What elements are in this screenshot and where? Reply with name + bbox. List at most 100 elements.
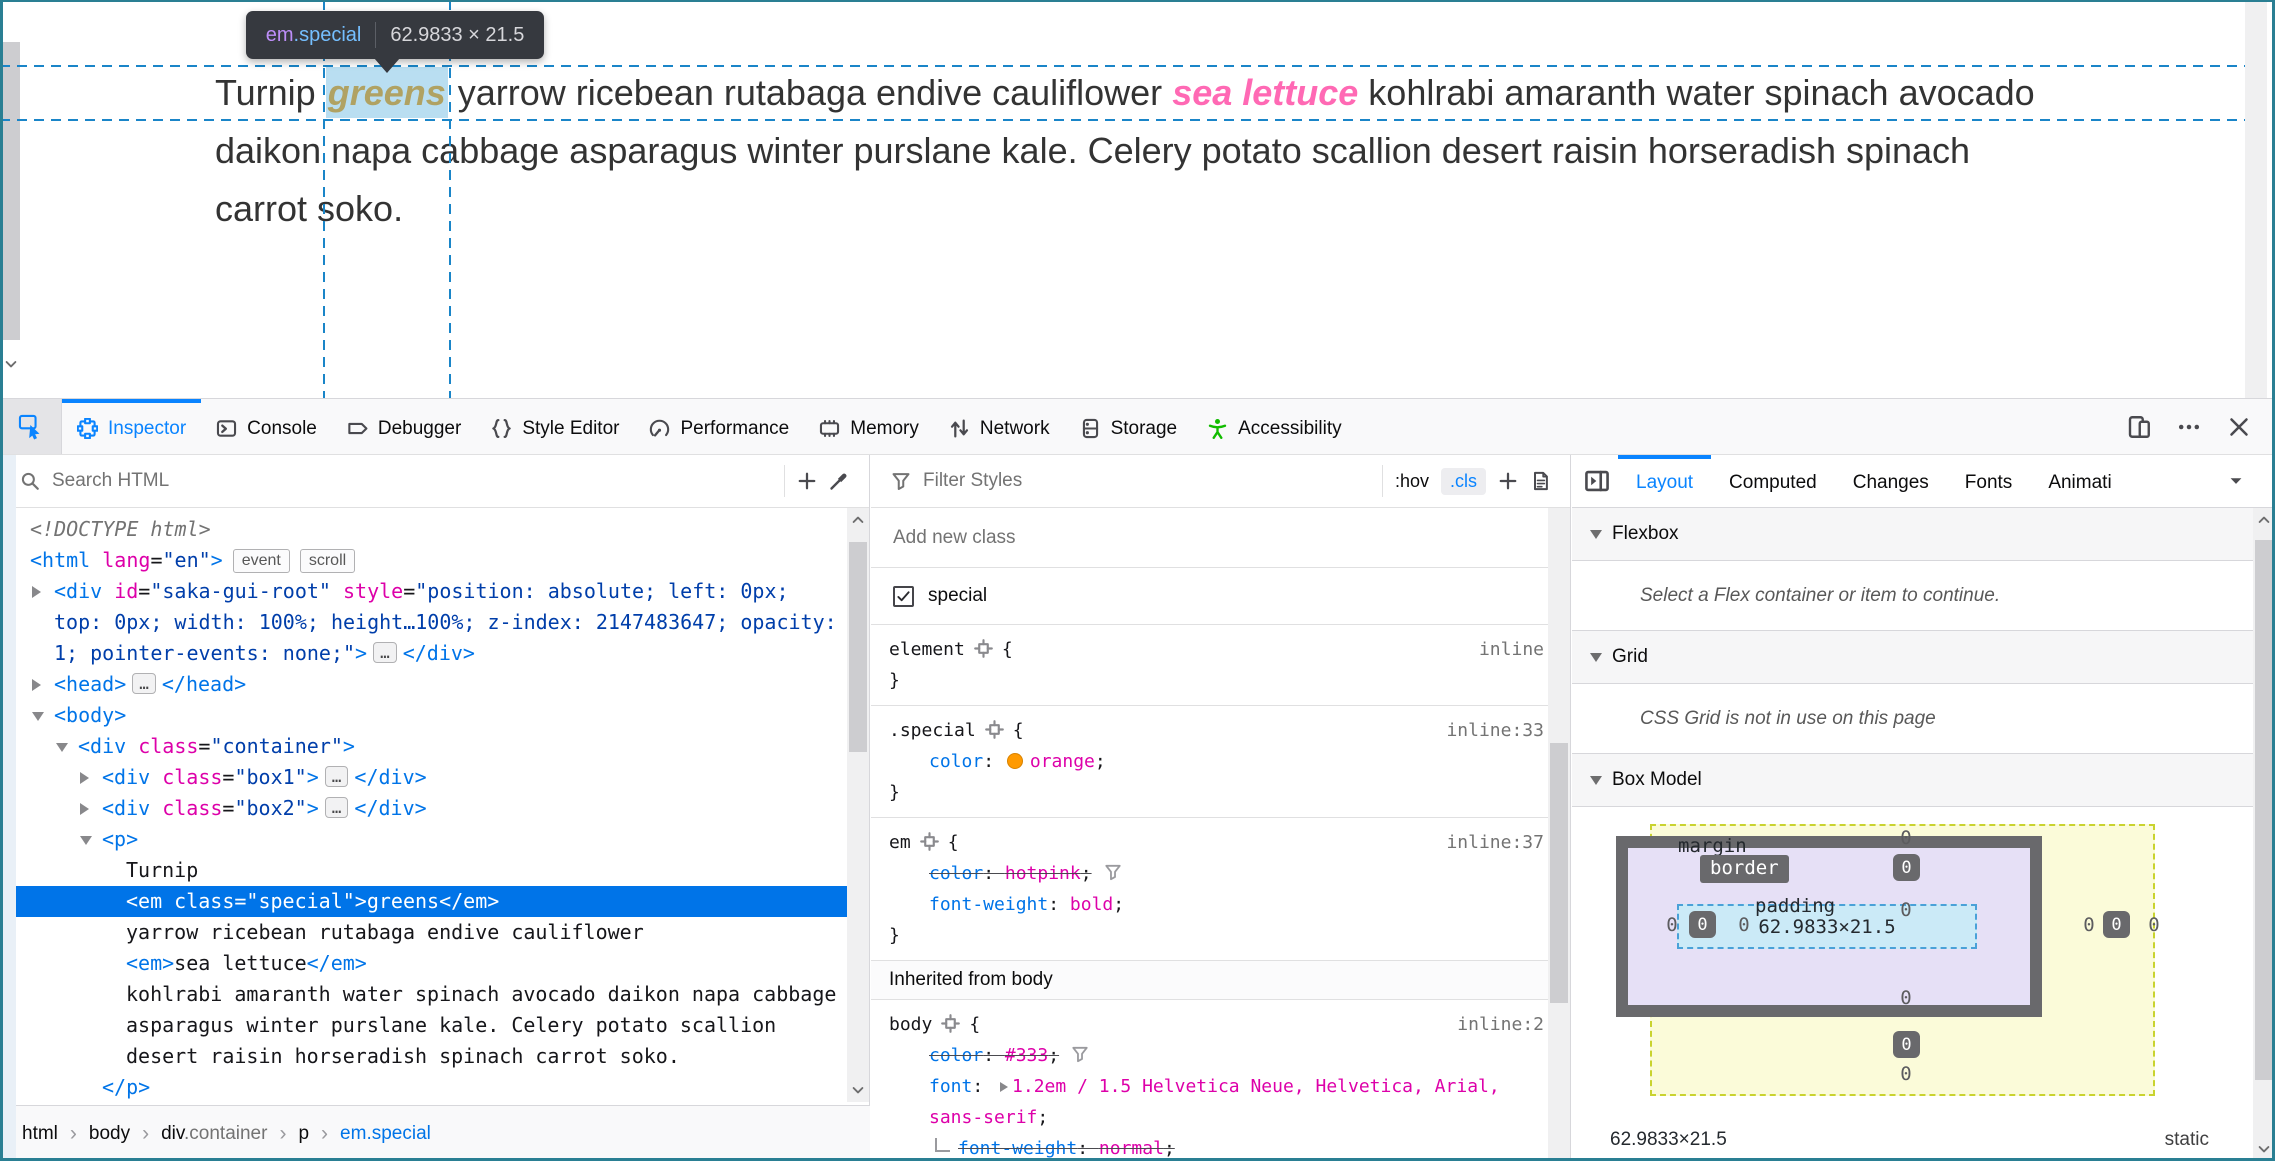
sidebar-tab-fonts[interactable]: Fonts <box>1947 455 2031 507</box>
margin-top-value[interactable]: 0 <box>1886 827 1926 849</box>
rules-scrollbar-thumb[interactable] <box>1550 743 1568 1003</box>
node-badge[interactable]: event <box>232 549 290 573</box>
sidebar-tab-computed[interactable]: Computed <box>1711 455 1835 507</box>
add-node-icon[interactable] <box>797 471 817 491</box>
property-value[interactable]: bold <box>1070 894 1113 915</box>
responsive-design-mode-icon[interactable] <box>2127 415 2151 439</box>
css-property[interactable]: font-weight: bold; <box>889 889 1544 920</box>
overridden-filter-icon[interactable] <box>1104 863 1122 881</box>
class-panel-toggle[interactable]: .cls <box>1441 467 1486 495</box>
rule-selector[interactable]: .special <box>889 720 976 741</box>
property-name[interactable]: color <box>929 1045 983 1066</box>
markup-scrollbar-thumb[interactable] <box>849 542 867 752</box>
color-swatch[interactable] <box>1006 753 1023 769</box>
css-property[interactable]: color: orange; <box>889 746 1544 777</box>
pick-element-button[interactable] <box>0 399 62 454</box>
markup-row[interactable]: Turnip <box>0 855 848 886</box>
selector-highlighter-icon[interactable] <box>941 1014 961 1033</box>
border-right-value[interactable]: 0 <box>2103 911 2130 938</box>
layout-scrollbar-thumb[interactable] <box>2255 540 2273 1080</box>
border-left-value[interactable]: 0 <box>1689 911 1716 938</box>
scrollbar-up-icon[interactable] <box>850 512 866 528</box>
property-name[interactable]: font-weight <box>929 894 1048 915</box>
twisty-right-icon[interactable] <box>80 803 89 815</box>
property-name[interactable]: font-weight <box>958 1138 1077 1159</box>
sidebar-tab-changes[interactable]: Changes <box>1835 455 1947 507</box>
rule-selector[interactable]: body <box>889 1014 932 1035</box>
property-name[interactable]: color <box>929 751 983 772</box>
markup-row-selected[interactable]: <em class="special">greens</em> <box>0 886 848 917</box>
css-property[interactable]: font: 1.2em / 1.5 Helvetica Neue, Helvet… <box>889 1071 1544 1133</box>
markup-row[interactable]: <html lang="en"> event scroll <box>0 545 848 576</box>
expand-ellipsis[interactable]: … <box>373 642 397 663</box>
close-devtools-icon[interactable] <box>2227 415 2251 439</box>
breadcrumb-item-html[interactable]: html <box>22 1123 58 1145</box>
filter-styles-input[interactable] <box>923 470 1370 492</box>
border-bottom-value[interactable]: 0 <box>1893 1031 1920 1058</box>
markup-row[interactable]: <!DOCTYPE html> <box>0 514 848 545</box>
padding-bottom-value[interactable]: 0 <box>1886 987 1926 1009</box>
twisty-down-icon[interactable] <box>56 743 68 752</box>
twisty-down-icon[interactable] <box>32 712 44 721</box>
flexbox-section-header[interactable]: Flexbox <box>1572 508 2275 561</box>
markup-row[interactable]: </p> <box>0 1072 848 1102</box>
twisty-down-icon[interactable] <box>80 836 92 845</box>
twisty-right-icon[interactable] <box>32 586 41 598</box>
selector-highlighter-icon[interactable] <box>919 832 939 851</box>
rules-scrollbar[interactable] <box>1548 508 1570 1161</box>
property-value[interactable]: normal <box>1099 1138 1164 1159</box>
tab-inspector[interactable]: Inspector <box>62 399 202 454</box>
css-property[interactable]: color: #333; <box>889 1040 1544 1071</box>
markup-row[interactable]: <div class="box1">… </div> <box>0 762 848 793</box>
markup-row[interactable]: <div id="saka-gui-root" style="position:… <box>0 576 848 669</box>
rule-location-link[interactable]: inline:37 <box>1446 827 1544 858</box>
twisty-right-icon[interactable] <box>80 772 89 784</box>
tab-debugger[interactable]: Debugger <box>332 399 476 454</box>
property-value[interactable]: hotpink <box>1005 863 1081 884</box>
tab-storage[interactable]: Storage <box>1065 399 1193 454</box>
property-value[interactable]: orange <box>1030 751 1095 772</box>
meatball-menu-icon[interactable] <box>2177 415 2201 439</box>
pseudo-class-toggle[interactable]: :hov <box>1395 471 1429 492</box>
search-input[interactable] <box>52 470 772 492</box>
expand-ellipsis[interactable]: … <box>324 797 349 818</box>
markup-row[interactable]: <p> <box>0 824 848 855</box>
markup-row[interactable]: <em>sea lettuce</em> <box>0 948 848 979</box>
markup-row[interactable]: yarrow ricebean rutabaga endive cauliflo… <box>0 917 848 948</box>
css-property[interactable]: font-weight: normal; <box>889 1133 1544 1161</box>
expand-ellipsis[interactable]: … <box>132 673 156 694</box>
markup-row[interactable]: <div class="box2">… </div> <box>0 793 848 824</box>
print-media-icon[interactable] <box>1530 471 1550 491</box>
css-property[interactable]: color: hotpink; <box>889 858 1544 889</box>
add-new-class-input[interactable] <box>893 526 1548 549</box>
sidebar-tab-animati[interactable]: Animati <box>2030 455 2129 507</box>
property-value[interactable]: #333 <box>1005 1045 1048 1066</box>
rule-selector[interactable]: element <box>889 639 965 660</box>
class-checkbox[interactable] <box>893 585 914 607</box>
tab-memory[interactable]: Memory <box>804 399 934 454</box>
scrollbar-down-icon[interactable] <box>2256 1141 2272 1157</box>
sidebar-toggle-icon[interactable] <box>1584 468 1610 494</box>
scrollbar-down-icon[interactable] <box>850 1082 866 1098</box>
selector-highlighter-icon[interactable] <box>984 720 1004 739</box>
sidebar-tab-layout[interactable]: Layout <box>1618 455 1712 507</box>
markup-row[interactable]: kohlrabi amaranth water spinach avocado … <box>0 979 848 1072</box>
border-top-value[interactable]: 0 <box>1893 854 1920 881</box>
expand-value-icon[interactable] <box>1000 1082 1009 1092</box>
rule-location-link[interactable]: inline:33 <box>1446 715 1544 746</box>
margin-bottom-value[interactable]: 0 <box>1886 1063 1926 1085</box>
scrollbar-up-icon[interactable] <box>2256 512 2272 528</box>
property-name[interactable]: font <box>929 1076 972 1097</box>
rule-selector[interactable]: em <box>889 832 911 853</box>
overridden-filter-icon[interactable] <box>1071 1045 1089 1063</box>
scrollbar-down-icon[interactable] <box>3 356 19 372</box>
margin-left-value[interactable]: 0 <box>1652 914 1692 936</box>
tab-performance[interactable]: Performance <box>634 399 804 454</box>
markup-row[interactable]: <head>… </head> <box>0 669 848 700</box>
page-scrollbar-thumb[interactable] <box>2 42 20 340</box>
rule-location-link[interactable]: inline:2 <box>1457 1009 1544 1040</box>
property-value[interactable]: 1.2em / 1.5 Helvetica Neue, Helvetica, A… <box>929 1076 1500 1128</box>
all-tabs-dropdown-icon[interactable] <box>2227 472 2245 490</box>
markup-scrollbar[interactable] <box>847 508 869 1102</box>
node-badge[interactable]: scroll <box>299 549 356 573</box>
